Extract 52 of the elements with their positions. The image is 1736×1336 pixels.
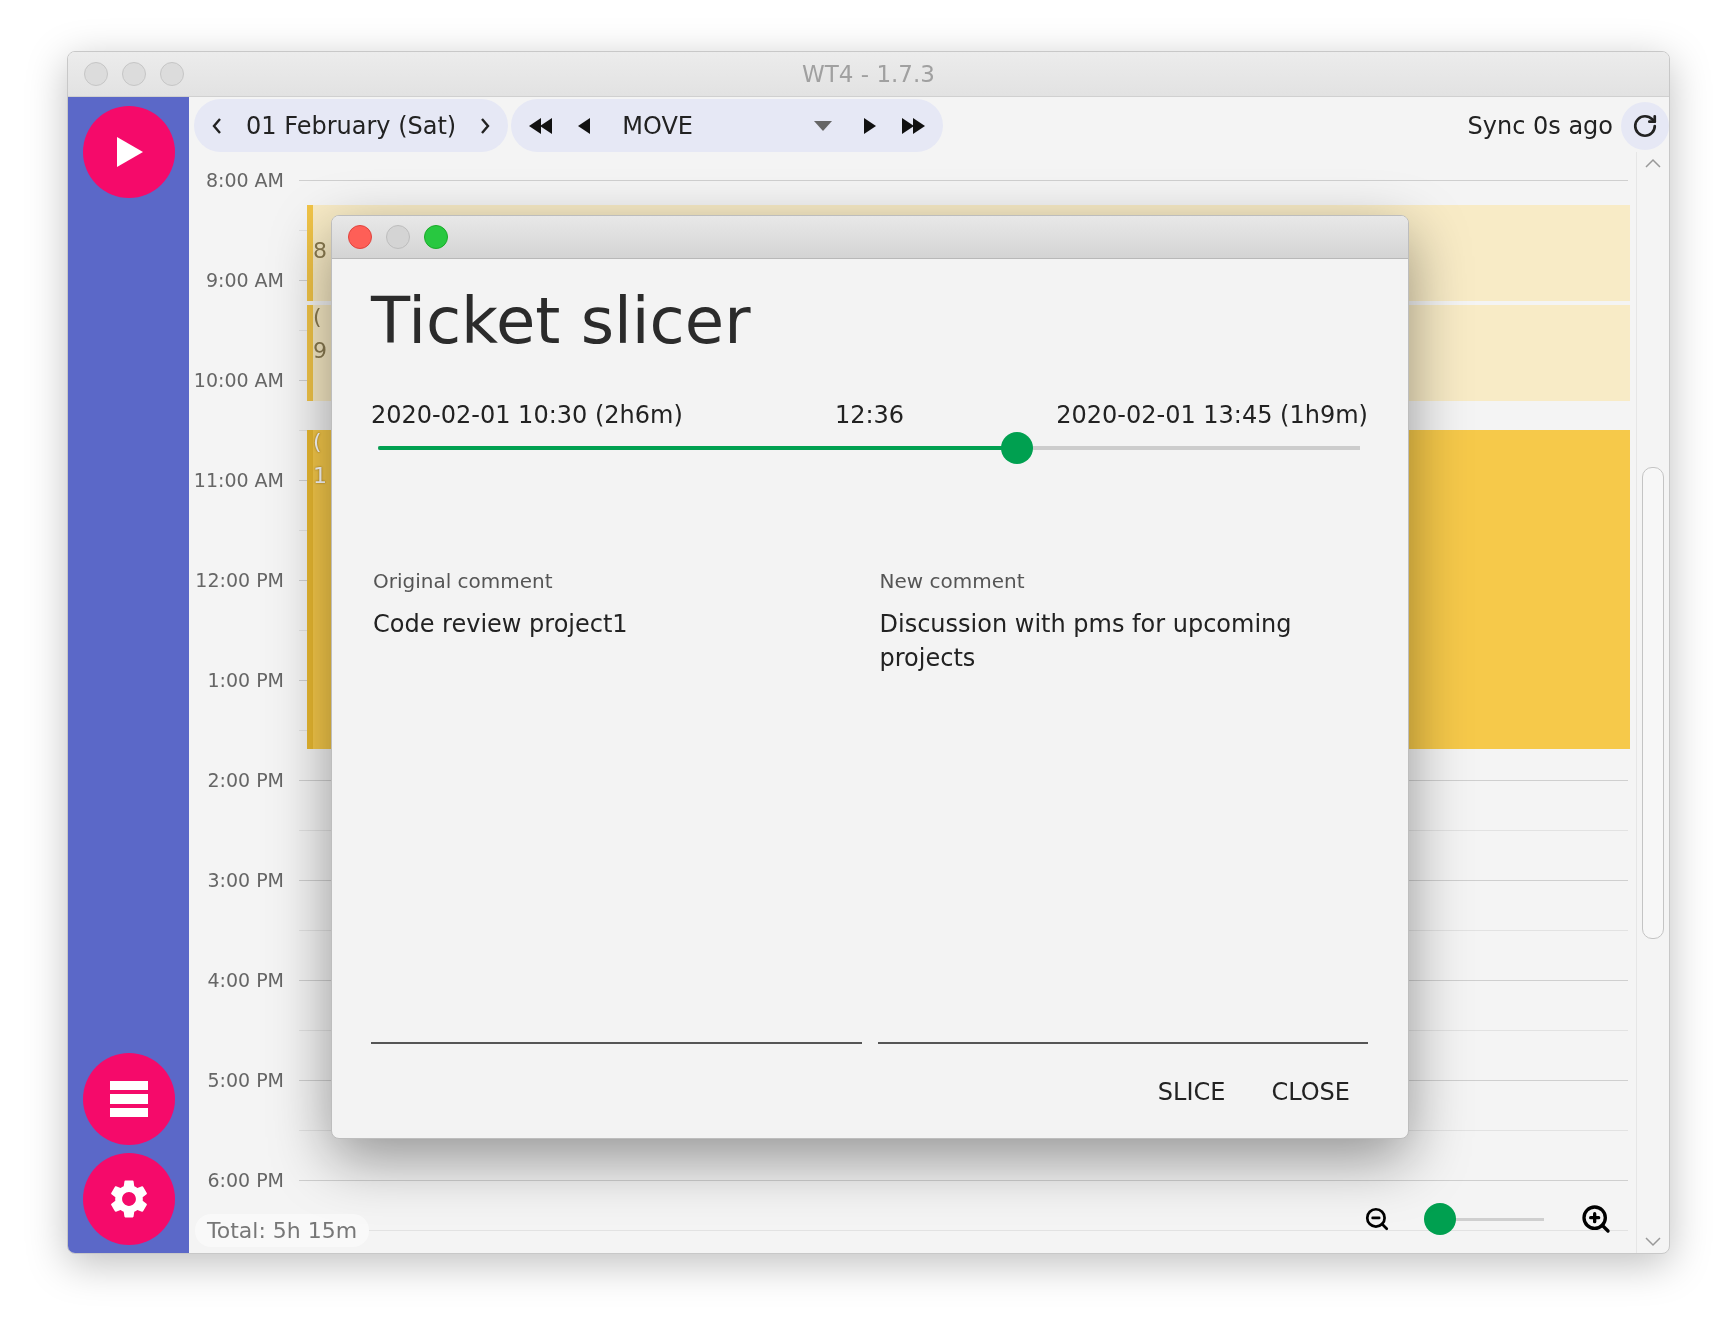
hour-label: 9:00 AM <box>204 268 284 292</box>
sync-status: Sync 0s ago <box>1467 111 1613 140</box>
scroll-thumb[interactable] <box>1642 466 1664 939</box>
end-time: 2020-02-01 13:45 (1h9m) <box>1056 401 1368 429</box>
event-comment: 9 <box>313 339 327 363</box>
hour-label: 4:00 PM <box>206 968 284 992</box>
dialog-button[interactable]: SLICE <box>1139 1068 1244 1116</box>
right-triangle-icon <box>864 117 877 134</box>
event-comment: 8 <box>313 239 327 263</box>
refresh-button[interactable] <box>1621 101 1669 150</box>
hour-label: 8:00 AM <box>204 168 284 192</box>
chevron-left-icon <box>212 117 222 134</box>
field-value: Discussion with pms for upcoming projects <box>879 609 1293 674</box>
new-comment-field[interactable]: New comment Discussion with pms for upcoming projects <box>877 569 1368 1044</box>
event-time: ( <box>313 305 322 329</box>
refresh-icon <box>1632 112 1658 139</box>
hour-label: 12:00 PM <box>194 568 284 592</box>
window-title: WT4 - 1.7.3 <box>802 61 935 87</box>
hour-label: 2:00 PM <box>206 768 284 792</box>
slider-thumb[interactable] <box>1001 432 1034 464</box>
caret-icon <box>814 120 833 131</box>
dialog-title: Ticket slicer <box>371 283 752 360</box>
event-time: ( <box>313 430 322 454</box>
start-time: 2020-02-01 10:30 (2h6m) <box>371 401 683 429</box>
field-value: Code review project1 <box>373 609 629 640</box>
double-left-triangle-icon <box>529 117 553 134</box>
event-comment: 1 <box>313 464 327 488</box>
mode-dropdown[interactable]: MOVE <box>612 111 843 140</box>
field-label: Original comment <box>373 569 554 593</box>
field-label: New comment <box>879 569 1026 593</box>
close-button[interactable] <box>348 225 372 249</box>
play-icon <box>114 137 143 167</box>
dialog-button[interactable]: CLOSE <box>1253 1068 1368 1116</box>
zoom-in-icon[interactable] <box>1580 1203 1612 1235</box>
hour-label: 1:00 PM <box>206 668 284 692</box>
double-right-triangle-icon <box>902 117 926 134</box>
original-comment-field[interactable]: Original comment Code review project1 <box>371 569 862 1044</box>
total-time: Total: 5h 15m <box>195 1214 370 1247</box>
hour-label: 5:00 PM <box>206 1068 284 1092</box>
date-label: 01 February (Sat) <box>245 111 458 140</box>
split-time: 12:36 <box>834 401 905 429</box>
chevron-right-icon <box>480 117 491 134</box>
hour-label: 3:00 PM <box>206 868 284 892</box>
hour-label: 6:00 PM <box>206 1168 284 1192</box>
slider-thumb[interactable] <box>1424 1203 1457 1235</box>
hour-label: 10:00 AM <box>192 368 284 392</box>
chevron-up-icon <box>1645 158 1661 168</box>
chevron-down-icon <box>1645 1237 1661 1247</box>
left-triangle-icon <box>578 117 591 134</box>
zoom-out-icon[interactable] <box>1364 1206 1390 1232</box>
hour-label: 11:00 AM <box>192 468 284 492</box>
list-icon <box>109 1081 148 1117</box>
